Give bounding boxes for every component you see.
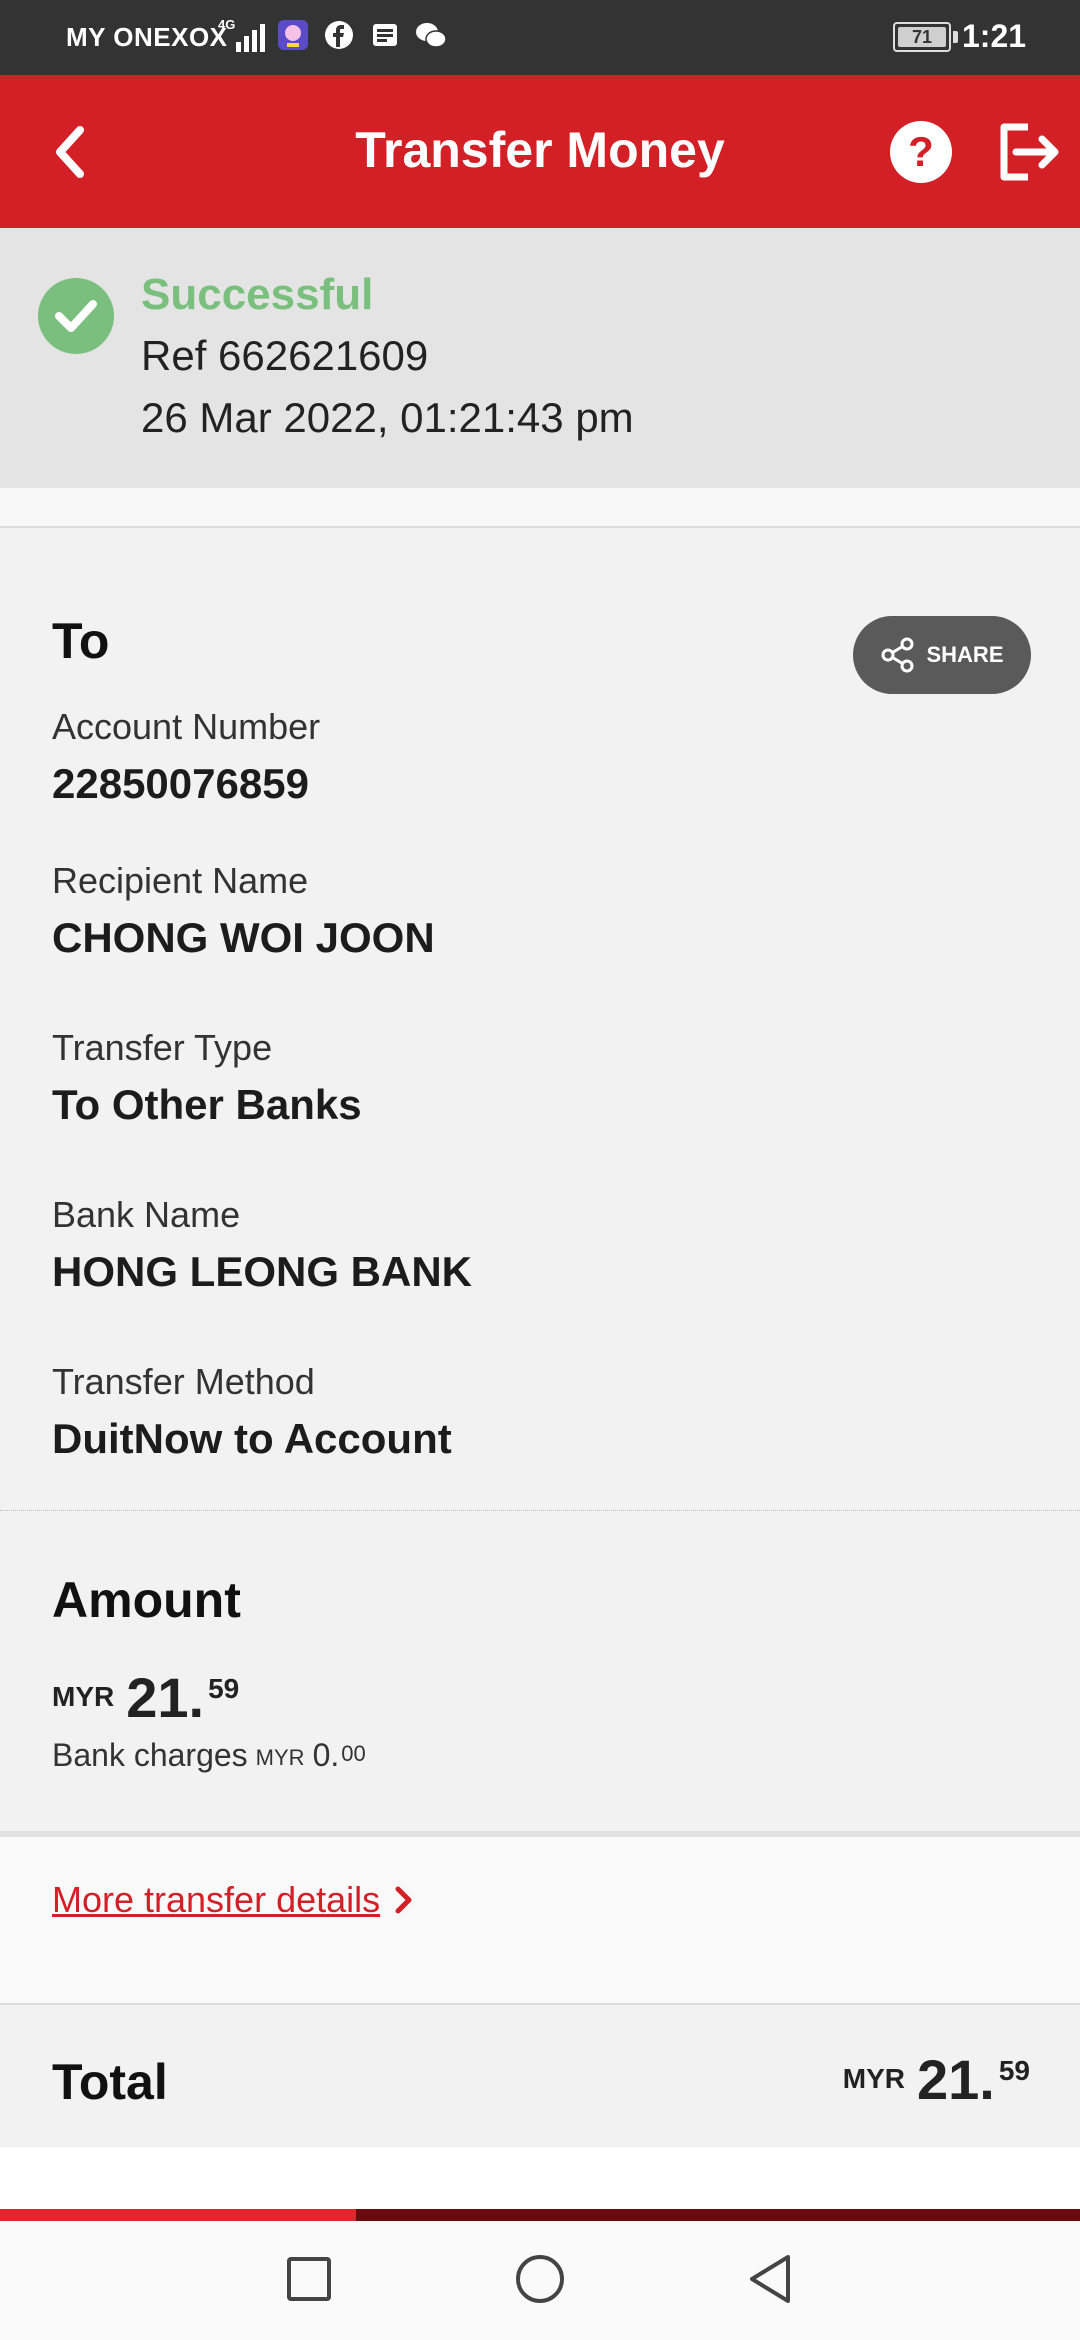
home-button[interactable] — [510, 2249, 570, 2309]
question-icon: ? — [908, 128, 934, 175]
amount-cents: 59 — [208, 1673, 240, 1704]
progress-bar — [0, 2209, 1080, 2221]
status-label: Successful — [141, 270, 374, 319]
clock: 1:21 — [962, 18, 1027, 54]
transfer-method-value: DuitNow to Account — [52, 1415, 452, 1462]
logout-icon — [1000, 123, 1059, 181]
wechat-icon — [414, 18, 448, 52]
account-number-value: 22850076859 — [52, 760, 309, 807]
recents-button[interactable] — [279, 2249, 339, 2309]
divider — [0, 488, 1080, 528]
circle-icon — [516, 2255, 564, 2303]
system-nav-bar — [0, 2221, 1080, 2340]
facebook-icon — [322, 18, 356, 52]
signal-icon — [236, 24, 265, 52]
bank-charges-whole: 0. — [312, 1737, 340, 1773]
success-check-icon — [38, 278, 114, 354]
chevron-right-icon — [395, 1886, 412, 1914]
account-number-label: Account Number — [52, 706, 321, 747]
progress-fill — [0, 2209, 357, 2221]
square-icon — [287, 2257, 331, 2301]
amount-section: Amount MYR 21. 59 Bank charges MYR 0. 00 — [0, 1511, 1080, 1837]
amount-currency: MYR — [52, 1681, 115, 1712]
amount-section-title: Amount — [52, 1572, 241, 1628]
to-section-title: To — [52, 613, 110, 669]
recipient-name-label: Recipient Name — [52, 860, 309, 901]
carrier-name: MY ONEXOX — [66, 22, 228, 52]
battery-tip — [953, 31, 958, 43]
total-whole: 21. — [916, 2048, 995, 2111]
recipient-name-value: CHONG WOI JOON — [52, 914, 435, 961]
network-type: 4G — [218, 17, 236, 32]
more-details-section: More transfer details — [0, 1837, 1080, 2005]
status-bar: MY ONEXOX 4G 71 1:21 — [0, 0, 1080, 75]
help-button[interactable]: ? — [890, 121, 952, 183]
share-button[interactable]: SHARE — [853, 616, 1031, 694]
battery-icon: 71 — [893, 22, 951, 52]
recipient-details: To SHARE Account Number 22850076859 Reci… — [0, 528, 1080, 1511]
amount-value: MYR 21. 59 — [52, 1667, 239, 1729]
total-section: Total MYR 21. 59 — [0, 2005, 1080, 2147]
app-header: Transfer Money ? — [0, 75, 1080, 228]
share-icon — [881, 637, 914, 673]
total-amount: MYR 21. 59 — [843, 2049, 1030, 2111]
app-notification-icon — [276, 18, 310, 52]
battery-level: 71 — [898, 27, 946, 47]
system-back-button[interactable] — [740, 2249, 800, 2309]
transfer-method-label: Transfer Method — [52, 1361, 315, 1402]
success-banner: Successful Ref 662621609 26 Mar 2022, 01… — [0, 228, 1080, 488]
bank-charges-label: Bank charges — [52, 1737, 248, 1773]
total-label: Total — [52, 2054, 168, 2110]
spacer — [0, 2147, 1080, 2209]
bank-charges-cents: 00 — [341, 1741, 366, 1766]
total-cents: 59 — [998, 2055, 1030, 2086]
bank-name-label: Bank Name — [52, 1194, 241, 1235]
bank-charges-currency: MYR — [255, 1745, 305, 1770]
more-transfer-details-label: More transfer details — [52, 1879, 381, 1920]
bank-charges: Bank charges MYR 0. 00 — [52, 1737, 366, 1774]
triangle-back-icon — [750, 2255, 790, 2303]
reference-number: Ref 662621609 — [141, 332, 429, 379]
share-label: SHARE — [926, 642, 1004, 667]
news-icon — [368, 18, 402, 52]
amount-whole: 21. — [126, 1666, 205, 1729]
logout-button[interactable] — [998, 119, 1060, 185]
transfer-type-label: Transfer Type — [52, 1027, 273, 1068]
bank-name-value: HONG LEONG BANK — [52, 1248, 472, 1295]
transaction-datetime: 26 Mar 2022, 01:21:43 pm — [141, 394, 634, 441]
transfer-type-value: To Other Banks — [52, 1081, 362, 1128]
total-currency: MYR — [842, 2063, 905, 2094]
more-transfer-details-link[interactable]: More transfer details — [52, 1879, 414, 1921]
